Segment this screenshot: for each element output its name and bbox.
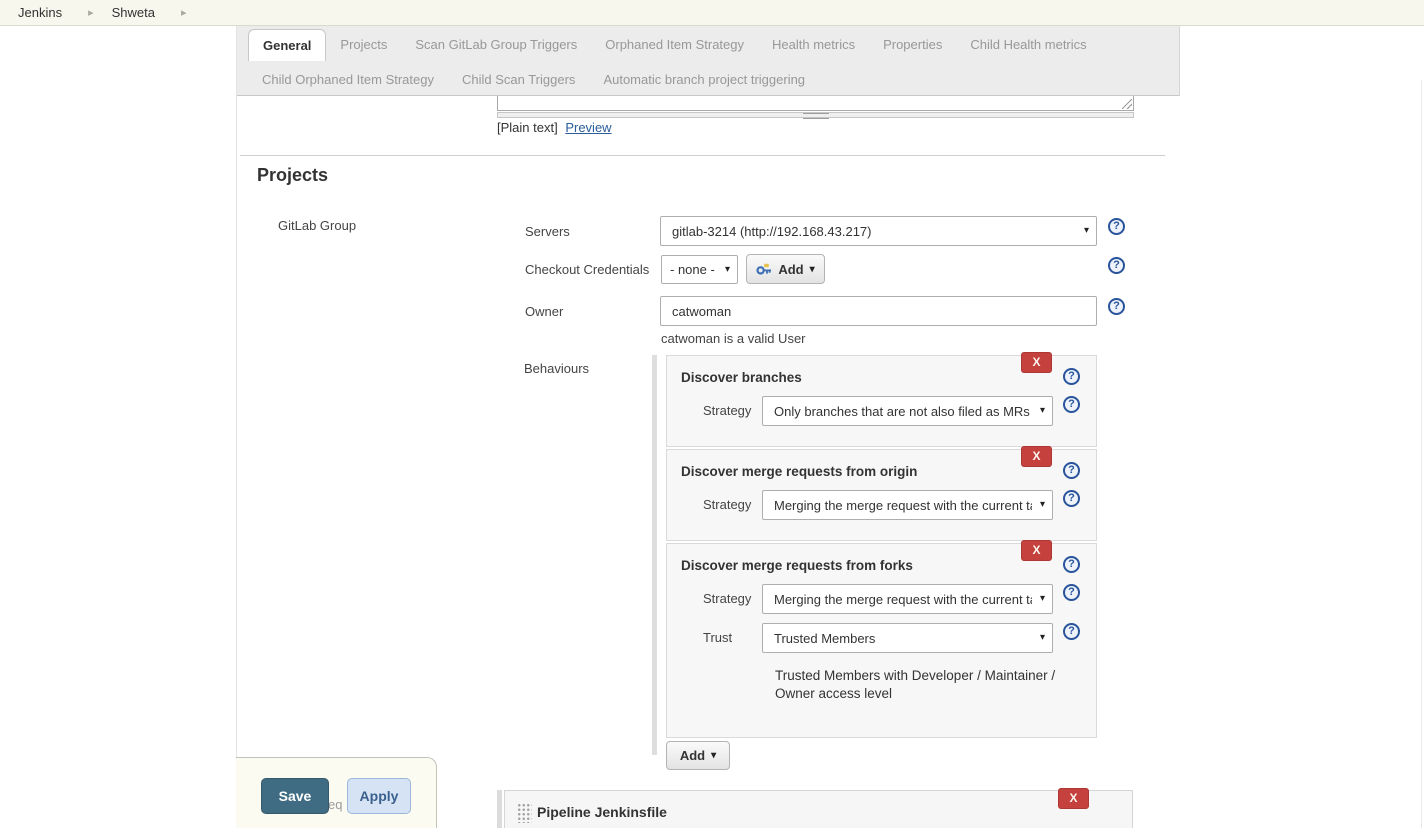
caret-down-icon: ▾ xyxy=(810,264,815,275)
description-footer: [Plain text] Preview xyxy=(497,120,612,135)
owner-validation-message: catwoman is a valid User xyxy=(661,331,806,346)
strategy-label: Strategy xyxy=(703,591,751,606)
caret-down-icon: ▾ xyxy=(1038,632,1045,643)
checkout-credentials-label: Checkout Credentials xyxy=(525,262,649,277)
textarea-drag-bar[interactable] xyxy=(497,112,1134,118)
strategy-label: Strategy xyxy=(703,403,751,418)
branches-strategy-help-icon[interactable]: ? xyxy=(1063,396,1080,413)
breadcrumb-arrow-icon: ▸ xyxy=(181,6,187,19)
mr-forks-strategy-value: Merging the merge request with the curre… xyxy=(774,592,1032,607)
trust-value: Trusted Members xyxy=(774,631,875,646)
tab-row-2: Child Orphaned Item Strategy Child Scan … xyxy=(237,61,1179,96)
tab-general[interactable]: General xyxy=(248,29,326,61)
trust-description: Trusted Members with Developer / Maintai… xyxy=(775,667,1063,703)
branches-strategy-value: Only branches that are not also filed as… xyxy=(774,404,1030,419)
checkout-credentials-value: - none - xyxy=(670,262,715,277)
mr-forks-help-icon[interactable]: ? xyxy=(1063,556,1080,573)
trust-label: Trust xyxy=(703,630,732,645)
add-credentials-button[interactable]: Add ▾ xyxy=(746,254,825,284)
apply-button[interactable]: Apply xyxy=(347,778,411,814)
add-behaviour-label: Add xyxy=(680,748,705,763)
projects-section-heading: Projects xyxy=(257,165,328,186)
caret-down-icon: ▾ xyxy=(1038,405,1045,416)
trust-help-icon[interactable]: ? xyxy=(1063,623,1080,640)
delete-behaviour-button[interactable]: X xyxy=(1021,540,1052,561)
owner-input[interactable] xyxy=(660,296,1097,326)
breadcrumb: Jenkins ▸ Shweta ▸ xyxy=(0,0,1424,26)
delete-pipeline-button[interactable]: X xyxy=(1058,788,1089,809)
content-left-border xyxy=(236,26,237,828)
caret-down-icon: ▾ xyxy=(1038,499,1045,510)
add-behaviour-button[interactable]: Add ▾ xyxy=(666,741,730,770)
behaviour-chunk-title: Discover branches xyxy=(681,370,802,385)
servers-select-value: gitlab-3214 (http://192.168.43.217) xyxy=(672,224,871,239)
mr-origin-help-icon[interactable]: ? xyxy=(1063,462,1080,479)
tab-child-health-metrics[interactable]: Child Health metrics xyxy=(956,28,1100,61)
behaviour-chunk-title: Discover merge requests from origin xyxy=(681,464,917,479)
breadcrumb-item-jenkins[interactable]: Jenkins xyxy=(18,5,62,20)
pipeline-jenkinsfile-title: Pipeline Jenkinsfile xyxy=(537,804,667,820)
discover-branches-help-icon[interactable]: ? xyxy=(1063,368,1080,385)
textarea-resize-handle-icon[interactable] xyxy=(1122,99,1132,109)
breadcrumb-arrow-icon: ▸ xyxy=(88,6,94,19)
drag-handle-grid-icon[interactable] xyxy=(517,803,532,823)
delete-behaviour-button[interactable]: X xyxy=(1021,446,1052,467)
plain-text-label: [Plain text] xyxy=(497,120,558,135)
key-icon xyxy=(756,263,772,276)
jenkins-config-page: Jenkins ▸ Shweta ▸ [Plain text] Preview … xyxy=(0,0,1424,828)
mr-origin-strategy-help-icon[interactable]: ? xyxy=(1063,490,1080,507)
trust-select[interactable]: Trusted Members ▾ xyxy=(762,623,1053,653)
servers-label: Servers xyxy=(525,224,570,239)
tab-health-metrics[interactable]: Health metrics xyxy=(758,28,869,61)
caret-down-icon: ▾ xyxy=(1038,593,1045,604)
gitlab-group-label: GitLab Group xyxy=(278,218,356,233)
config-tab-bar: General Projects Scan GitLab Group Trigg… xyxy=(237,26,1180,96)
pipeline-drag-strip xyxy=(497,790,502,828)
mr-origin-strategy-select[interactable]: Merging the merge request with the curre… xyxy=(762,490,1053,520)
caret-down-icon: ▾ xyxy=(1082,225,1089,236)
behaviours-drag-strip xyxy=(652,355,657,755)
behaviours-label: Behaviours xyxy=(524,361,589,376)
checkout-credentials-select[interactable]: - none - ▾ xyxy=(661,255,738,284)
tab-properties[interactable]: Properties xyxy=(869,28,956,61)
add-credentials-label: Add xyxy=(778,262,803,277)
owner-help-icon[interactable]: ? xyxy=(1108,298,1125,315)
caret-down-icon: ▾ xyxy=(711,750,716,761)
preview-link[interactable]: Preview xyxy=(565,120,611,135)
obscured-background-text: eq xyxy=(328,797,342,812)
mr-origin-strategy-value: Merging the merge request with the curre… xyxy=(774,498,1032,513)
tab-orphaned-item-strategy[interactable]: Orphaned Item Strategy xyxy=(591,28,758,61)
behaviour-chunk-title: Discover merge requests from forks xyxy=(681,558,913,573)
tab-scan-gitlab-group-triggers[interactable]: Scan GitLab Group Triggers xyxy=(401,28,591,61)
servers-help-icon[interactable]: ? xyxy=(1108,218,1125,235)
breadcrumb-item-shweta[interactable]: Shweta xyxy=(112,5,155,20)
delete-behaviour-button[interactable]: X xyxy=(1021,352,1052,373)
tab-child-orphaned-item-strategy[interactable]: Child Orphaned Item Strategy xyxy=(248,63,448,96)
tab-row-1: General Projects Scan GitLab Group Trigg… xyxy=(237,26,1179,61)
scrollbar-track[interactable] xyxy=(1421,80,1422,828)
section-divider xyxy=(240,155,1165,156)
tab-projects[interactable]: Projects xyxy=(326,28,401,61)
tab-child-scan-triggers[interactable]: Child Scan Triggers xyxy=(448,63,589,96)
caret-down-icon: ▾ xyxy=(723,264,730,275)
mr-forks-strategy-help-icon[interactable]: ? xyxy=(1063,584,1080,601)
servers-select[interactable]: gitlab-3214 (http://192.168.43.217) ▾ xyxy=(660,216,1097,246)
strategy-label: Strategy xyxy=(703,497,751,512)
save-panel: eq Save Apply xyxy=(236,757,437,828)
mr-forks-strategy-select[interactable]: Merging the merge request with the curre… xyxy=(762,584,1053,614)
owner-label: Owner xyxy=(525,304,563,319)
save-button[interactable]: Save xyxy=(261,778,329,814)
branches-strategy-select[interactable]: Only branches that are not also filed as… xyxy=(762,396,1053,426)
checkout-credentials-help-icon[interactable]: ? xyxy=(1108,257,1125,274)
tab-automatic-branch-project-triggering[interactable]: Automatic branch project triggering xyxy=(589,63,819,96)
